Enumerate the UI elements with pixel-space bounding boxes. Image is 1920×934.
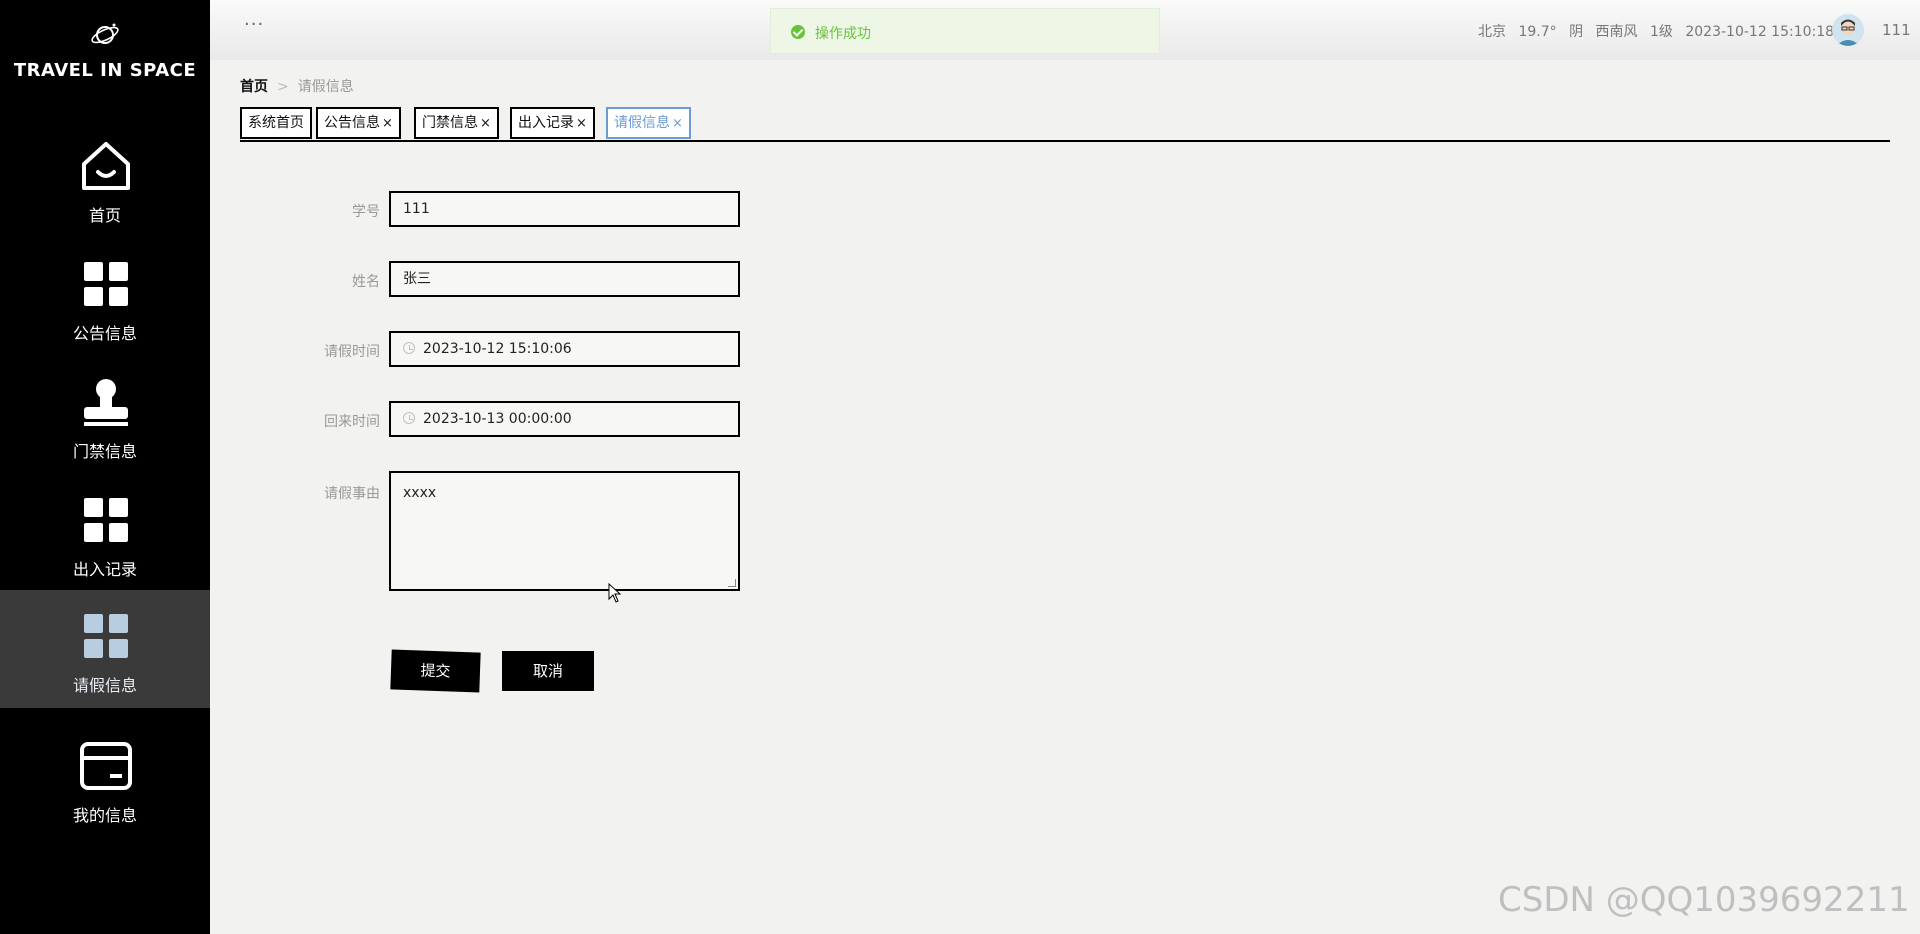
watermark: CSDN @QQ1039692211: [1498, 880, 1910, 920]
close-icon[interactable]: ×: [480, 116, 491, 131]
name-value: 张三: [403, 271, 431, 287]
weather-temp: 19.7°: [1518, 24, 1557, 40]
grid-icon: [84, 262, 128, 306]
return-time-label: 回来时间: [324, 414, 380, 430]
breadcrumb-home[interactable]: 首页: [240, 79, 268, 95]
sidebar-item-access[interactable]: 门禁信息: [0, 356, 210, 474]
weather-level: 1级: [1649, 24, 1673, 40]
clock-icon: [403, 342, 415, 354]
leave-time-label: 请假时间: [324, 344, 380, 360]
more-menu-icon[interactable]: ···: [244, 14, 264, 35]
sidebar-item-label: 公告信息: [72, 324, 137, 343]
return-time-value: 2023-10-13 00:00:00: [423, 411, 572, 427]
sidebar-item-leave[interactable]: 请假信息: [0, 590, 210, 708]
brand: TRAVEL IN SPACE: [0, 0, 210, 110]
card-icon: [80, 742, 132, 790]
close-icon[interactable]: ×: [382, 116, 393, 131]
cancel-button[interactable]: 取消: [502, 651, 594, 691]
tab-system-home[interactable]: 系统首页: [240, 107, 312, 139]
leave-time-value: 2023-10-12 15:10:06: [423, 341, 572, 357]
sidebar-item-label: 出入记录: [72, 560, 137, 579]
sidebar-item-notice[interactable]: 公告信息: [0, 238, 210, 356]
close-icon[interactable]: ×: [672, 116, 683, 131]
tab-label: 公告信息: [324, 115, 380, 131]
reason-value: xxxx: [403, 485, 437, 501]
student-id-label: 学号: [352, 204, 380, 220]
breadcrumb: 首页 > 请假信息: [240, 76, 354, 96]
close-icon[interactable]: ×: [576, 116, 587, 131]
tab-label: 系统首页: [248, 115, 304, 131]
weather-city: 北京: [1478, 24, 1506, 40]
student-id-value: 111: [403, 201, 430, 217]
home-icon: [82, 142, 130, 190]
mouse-cursor-icon: [608, 583, 622, 603]
tab-leave[interactable]: 请假信息 ×: [606, 107, 691, 139]
success-toast: 操作成功: [770, 8, 1160, 54]
tab-records[interactable]: 出入记录 ×: [510, 107, 595, 139]
sidebar-item-label: 请假信息: [72, 676, 137, 695]
user-avatar-icon: [1836, 19, 1860, 46]
avatar[interactable]: [1832, 14, 1864, 46]
check-circle-icon: [791, 25, 805, 39]
tab-bar: 系统首页 公告信息 × 门禁信息 × 出入记录 × 请假信息 ×: [240, 107, 1890, 142]
breadcrumb-separator: >: [277, 79, 289, 95]
weather-wind: 西南风: [1595, 24, 1638, 40]
sidebar-item-label: 我的信息: [72, 806, 137, 825]
student-id-field[interactable]: 111: [389, 191, 740, 227]
name-label: 姓名: [352, 274, 380, 290]
stamp-icon: [84, 379, 128, 426]
tab-label: 请假信息: [614, 115, 670, 131]
grid-icon: [84, 498, 128, 542]
weather-info: 北京 19.7° 阴 西南风 1级 2023-10-12 15:10:18: [1478, 21, 1842, 41]
username[interactable]: 111: [1882, 21, 1911, 39]
reason-label: 请假事由: [324, 486, 380, 502]
resize-handle[interactable]: [728, 579, 736, 587]
planet-logo-icon: [91, 23, 119, 44]
sidebar-item-label: 门禁信息: [72, 442, 137, 461]
sidebar-item-profile[interactable]: 我的信息: [0, 720, 210, 838]
current-datetime: 2023-10-12 15:10:18: [1685, 24, 1835, 40]
sidebar-item-records[interactable]: 出入记录: [0, 474, 210, 592]
clock-icon: [403, 412, 415, 424]
name-field[interactable]: 张三: [389, 261, 740, 297]
breadcrumb-current: 请假信息: [297, 79, 354, 95]
brand-title: TRAVEL IN SPACE: [13, 60, 197, 81]
sidebar-item-label: 首页: [88, 206, 121, 225]
tab-access[interactable]: 门禁信息 ×: [414, 107, 499, 139]
grid-icon: [84, 614, 128, 658]
toast-message: 操作成功: [815, 26, 871, 42]
submit-button[interactable]: 提交: [390, 649, 481, 693]
sidebar-item-home[interactable]: 首页: [0, 120, 210, 238]
tab-notice[interactable]: 公告信息 ×: [316, 107, 401, 139]
tab-label: 门禁信息: [422, 115, 478, 131]
reason-textarea[interactable]: xxxx: [389, 471, 740, 591]
leave-time-picker[interactable]: 2023-10-12 15:10:06: [389, 331, 740, 367]
weather-condition: 阴: [1569, 24, 1584, 40]
tab-label: 出入记录: [518, 115, 574, 131]
sidebar: TRAVEL IN SPACE 首页 公告信息 门禁信息 出入记录 请假信息 我…: [0, 0, 210, 934]
top-bar: ··· 操作成功 北京 19.7° 阴 西南风 1级 2023-10-12 15…: [210, 0, 1920, 60]
return-time-picker[interactable]: 2023-10-13 00:00:00: [389, 401, 740, 437]
